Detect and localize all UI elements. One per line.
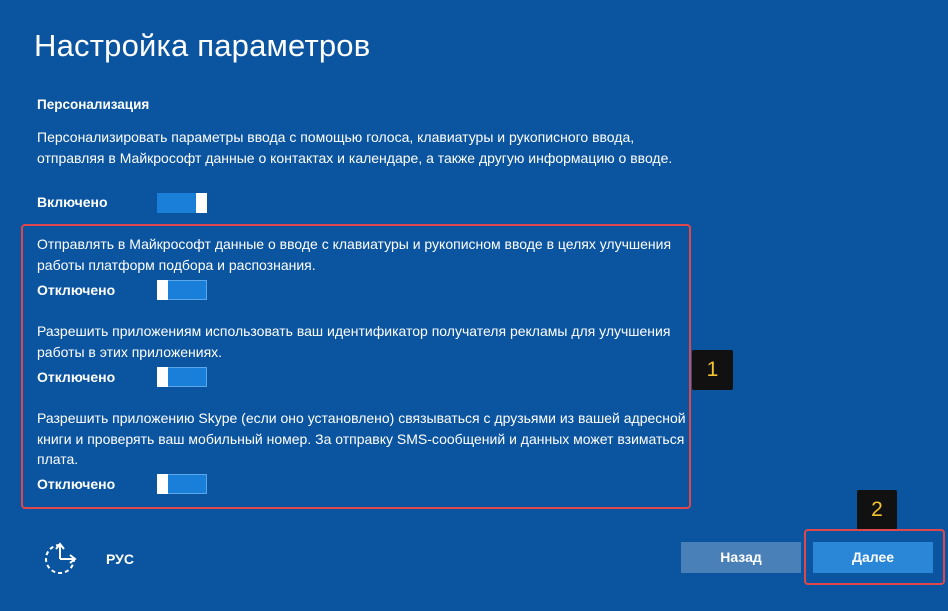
toggle-knob bbox=[157, 474, 168, 494]
toggle-knob bbox=[196, 193, 207, 213]
back-button[interactable]: Назад bbox=[681, 542, 801, 573]
setting-2-state-label: Отключено bbox=[37, 369, 116, 385]
main-setting-description: Персонализировать параметры ввода с помо… bbox=[37, 129, 673, 166]
setting-2-toggle[interactable] bbox=[157, 367, 207, 387]
annotation-badge-2: 2 bbox=[857, 490, 897, 530]
setting-1-description: Отправлять в Майкрософт данные о вводе с… bbox=[37, 236, 672, 273]
annotation-badge-1: 1 bbox=[692, 350, 733, 390]
setting-3-state-label: Отключено bbox=[37, 476, 116, 492]
ease-of-access-icon[interactable] bbox=[42, 541, 78, 577]
setting-1-toggle[interactable] bbox=[157, 280, 207, 300]
main-setting-toggle[interactable] bbox=[157, 193, 207, 213]
setting-2-description: Разрешить приложениям использовать ваш и… bbox=[37, 323, 671, 360]
setting-3-description: Разрешить приложению Skype (если оно уст… bbox=[37, 410, 686, 467]
language-indicator[interactable]: РУС bbox=[106, 551, 134, 567]
setting-1-state-label: Отключено bbox=[37, 282, 116, 298]
toggle-knob bbox=[157, 367, 168, 387]
next-button[interactable]: Далее bbox=[813, 542, 933, 573]
toggle-knob bbox=[157, 280, 168, 300]
section-title-personalization: Персонализация bbox=[37, 97, 150, 112]
main-setting-state-label: Включено bbox=[37, 194, 108, 210]
setting-3-toggle[interactable] bbox=[157, 474, 207, 494]
page-title: Настройка параметров bbox=[34, 28, 371, 63]
